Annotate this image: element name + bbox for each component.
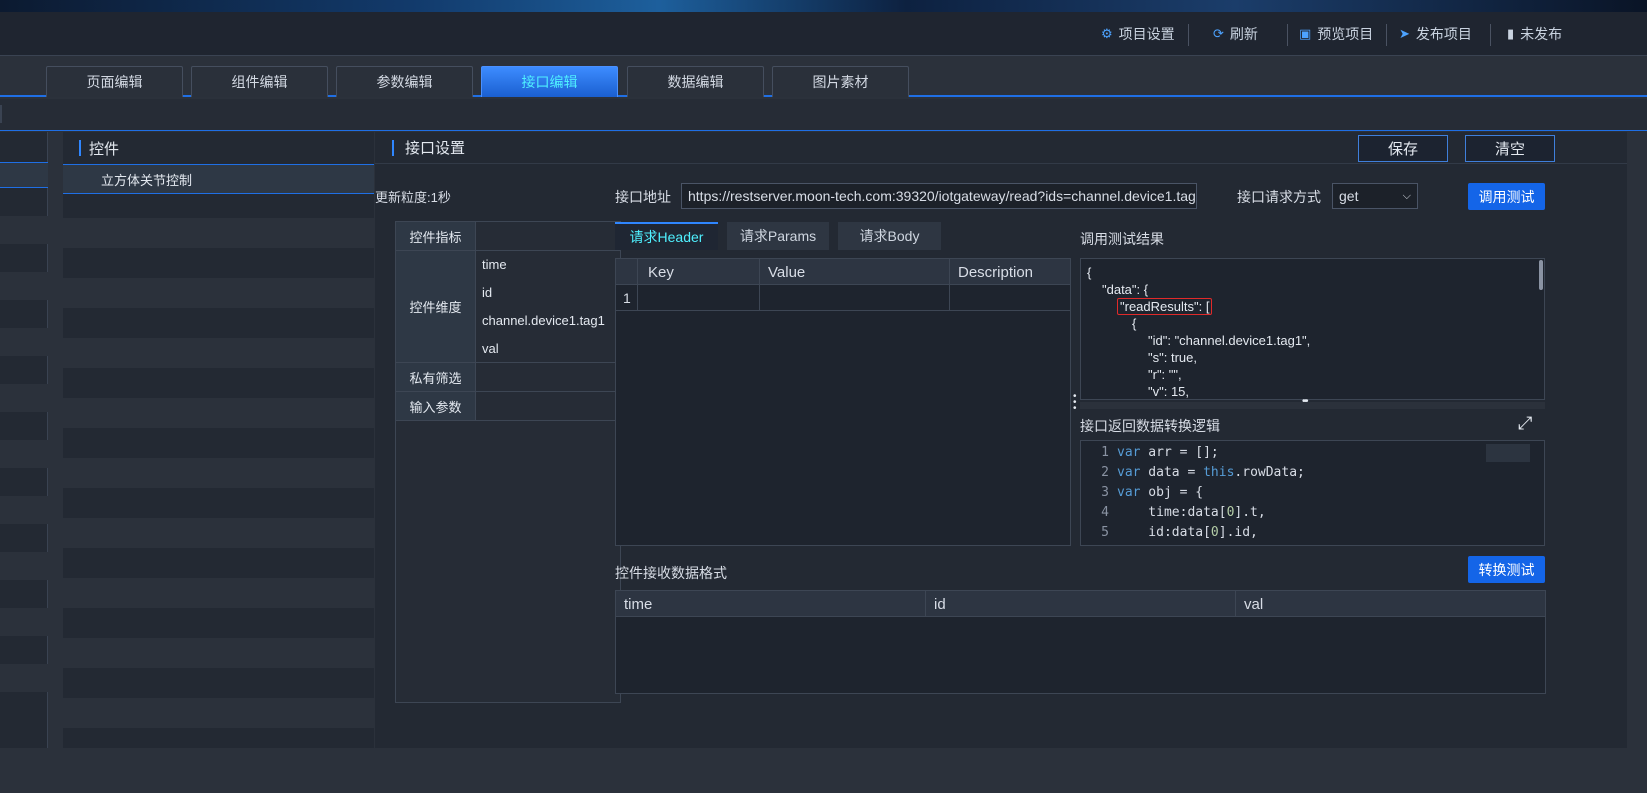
code-minimap	[1486, 444, 1530, 462]
tab-data-edit[interactable]: 数据编辑	[627, 66, 764, 97]
tab-image-assets[interactable]: 图片素材	[772, 66, 909, 97]
description-cell[interactable]	[950, 285, 1070, 311]
transform-code-editor[interactable]: 1 var arr = []; 2 var data = this.rowDat…	[1080, 440, 1545, 546]
left-nav-column	[0, 132, 48, 748]
scrollbar[interactable]	[1539, 260, 1543, 290]
table-row[interactable]: 1	[616, 285, 1070, 311]
footer-area	[0, 752, 1647, 793]
bookmark-icon: ▮	[1507, 26, 1515, 41]
panel-title: 接口设置	[405, 140, 466, 157]
tab-page-edit[interactable]: 页面编辑	[46, 66, 183, 97]
call-test-button[interactable]: 调用测试	[1468, 183, 1545, 210]
refresh-button[interactable]: ⟳ 刷新	[1213, 12, 1258, 56]
transform-title: 接口返回数据转换逻辑	[1080, 418, 1220, 434]
column-header-value: Value	[760, 259, 950, 285]
method-label: 接口请求方式	[1237, 189, 1321, 205]
publish-status: ▮ 未发布	[1507, 26, 1563, 42]
format-title: 控件接收数据格式	[615, 565, 727, 581]
refresh-rate-label: 更新粒度:1秒	[375, 190, 451, 205]
result-title: 调用测试结果	[1080, 231, 1164, 247]
preview-project-button[interactable]: ▣ 预览项目	[1299, 12, 1373, 56]
control-item-cube-joint[interactable]: 立方体关节控制	[63, 164, 374, 194]
row-number: 1	[616, 285, 638, 311]
interface-settings-header: 接口设置 保存 清空	[375, 132, 1627, 164]
column-header-key: Key	[638, 259, 760, 285]
interface-settings-panel: 接口设置 保存 清空 更新粒度:1秒 控件指标 控件维度 time id cha…	[375, 132, 1627, 748]
column-header-val: val	[1244, 595, 1264, 613]
tab-request-params[interactable]: 请求Params	[727, 222, 829, 250]
received-format-table: time id val	[615, 590, 1546, 694]
dimension-item: time	[482, 257, 507, 272]
send-icon: ➤	[1399, 26, 1410, 41]
format-header-row: time id val	[616, 591, 1545, 617]
save-button[interactable]: 保存	[1358, 135, 1448, 162]
dimension-item: id	[482, 285, 493, 300]
controls-panel: 控件 立方体关节控制	[63, 132, 374, 748]
method-select[interactable]: get ⌵	[1332, 183, 1418, 209]
controls-panel-title: 控件	[63, 132, 374, 164]
grid-header-row: Key Value Description	[616, 259, 1070, 285]
top-banner	[0, 0, 1647, 12]
publish-project-button[interactable]: ➤ 发布项目	[1399, 12, 1472, 56]
tab-component-edit[interactable]: 组件编辑	[191, 66, 328, 97]
test-result-viewer[interactable]: { "data": { "readResults": [ { "id": "ch…	[1080, 258, 1545, 400]
key-cell[interactable]	[638, 285, 760, 311]
config-row-input: 输入参数	[396, 392, 620, 421]
toolbar-divider	[1490, 24, 1491, 46]
tab-request-body[interactable]: 请求Body	[838, 222, 941, 250]
horizontal-splitter[interactable]: •••	[1080, 396, 1545, 409]
chevron-down-icon: ⌵	[1402, 189, 1411, 202]
column-header-time: time	[616, 591, 926, 617]
dimension-item: channel.device1.tag1	[482, 313, 605, 328]
monitor-icon: ▣	[1299, 26, 1312, 41]
toolbar-divider	[1188, 24, 1189, 46]
clear-button[interactable]: 清空	[1465, 135, 1555, 162]
column-header-id: id	[926, 591, 1236, 617]
sub-toolbar	[0, 99, 1647, 131]
config-row-indicator: 控件指标	[396, 222, 620, 251]
tab-request-header[interactable]: 请求Header	[615, 222, 718, 250]
toolbar-divider	[1287, 24, 1288, 46]
refresh-icon: ⟳	[1213, 26, 1224, 41]
tab-interface-edit[interactable]: 接口编辑	[481, 66, 618, 97]
project-settings-button[interactable]: ⚙ 项目设置	[1101, 12, 1175, 56]
transform-test-button[interactable]: 转换测试	[1468, 556, 1545, 583]
value-cell[interactable]	[760, 285, 950, 311]
request-header-grid: Key Value Description 1	[615, 258, 1071, 546]
gear-icon: ⚙	[1101, 26, 1113, 41]
column-header-description: Description	[958, 263, 1034, 281]
url-input[interactable]: https://restserver.moon-tech.com:39320/i…	[681, 183, 1197, 209]
control-config-table: 控件指标 控件维度 time id channel.device1.tag1 v…	[395, 221, 621, 703]
dimension-item: val	[482, 341, 499, 356]
expand-icon[interactable]: ⤢	[1518, 413, 1532, 434]
config-row-filter: 私有筛选	[396, 363, 620, 392]
highlighted-key: "readResults": [	[1117, 298, 1213, 315]
tab-parameter-edit[interactable]: 参数编辑	[336, 66, 473, 97]
config-row-dimension: 控件维度 time id channel.device1.tag1 val	[396, 251, 620, 363]
url-label: 接口地址	[615, 189, 671, 205]
toolbar-divider	[1386, 24, 1387, 46]
vertical-splitter[interactable]: • • •	[1073, 258, 1077, 546]
